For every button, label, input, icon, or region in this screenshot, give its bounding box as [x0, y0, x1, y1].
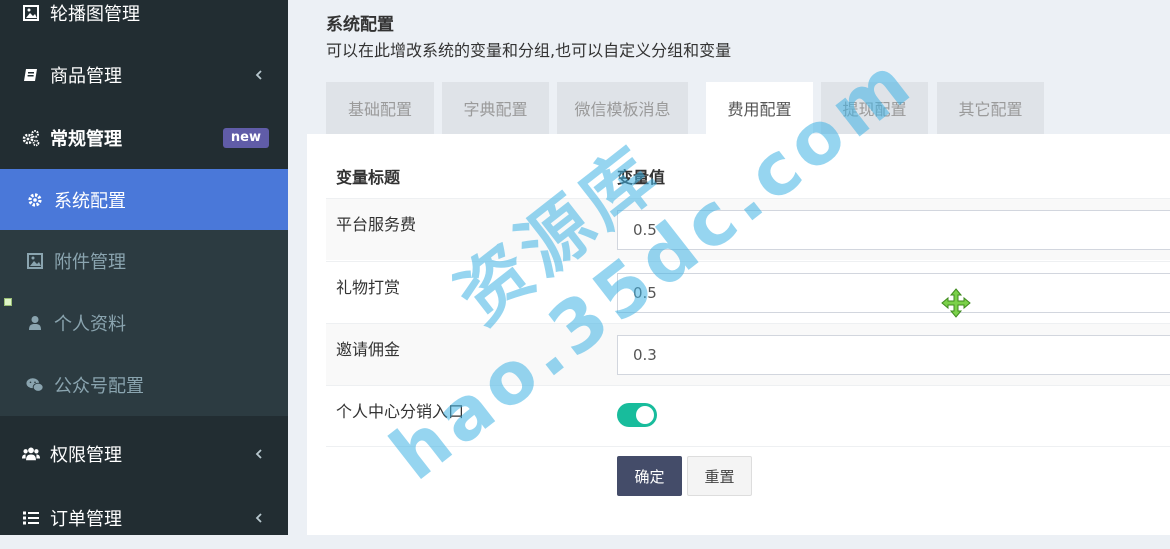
tab-dictionary[interactable]: 字典配置 [442, 82, 549, 134]
tab-basic[interactable]: 基础配置 [326, 82, 434, 134]
service-fee-input[interactable]: 0.5 [617, 210, 1170, 250]
sidebar-item-label: 常规管理 [50, 129, 122, 150]
row-label-distribution-entry: 个人中心分销入口 [336, 402, 465, 421]
chevron-left-icon [255, 449, 262, 459]
row-label-service-fee: 平台服务费 [336, 215, 417, 234]
tab-fees[interactable]: 费用配置 [706, 82, 813, 134]
new-badge: new [222, 128, 269, 148]
users-icon [22, 445, 40, 463]
gear-icon [26, 191, 44, 209]
sidebar-item-orders[interactable]: 订单管理 [0, 487, 288, 549]
sidebar: 轮播图管理 商品管理 常规管理 new 系统配置 附件管理 个人资料 公众号配置… [0, 0, 288, 535]
page-subtitle: 可以在此增改系统的变量和分组,也可以自定义分组和变量 [326, 41, 732, 60]
image-icon [26, 252, 44, 270]
sidebar-item-attachments[interactable]: 附件管理 [0, 230, 288, 292]
sidebar-item-system-config[interactable]: 系统配置 [0, 169, 288, 230]
submit-button[interactable]: 确定 [617, 456, 682, 496]
chevron-left-icon [255, 70, 262, 80]
sidebar-item-goods[interactable]: 商品管理 [0, 44, 288, 106]
sidebar-item-label: 轮播图管理 [50, 4, 140, 25]
page-title: 系统配置 [326, 15, 394, 35]
reset-button[interactable]: 重置 [687, 456, 752, 496]
image-icon [22, 4, 40, 22]
toggle-knob [636, 406, 654, 424]
sidebar-item-general[interactable]: 常规管理 new [0, 107, 288, 169]
list-icon [22, 509, 40, 527]
distribution-entry-toggle[interactable] [617, 403, 657, 427]
sidebar-item-label: 系统配置 [54, 190, 126, 212]
tab-wechat-template[interactable]: 微信模板消息 [557, 82, 688, 134]
tab-withdrawal[interactable]: 提现配置 [821, 82, 928, 134]
sidebar-item-label: 附件管理 [54, 252, 126, 273]
row-label-invite-commission: 邀请佣金 [336, 340, 401, 359]
sidebar-item-permissions[interactable]: 权限管理 [0, 423, 288, 485]
wechat-icon [26, 376, 44, 394]
cogs-icon [22, 129, 40, 147]
column-header-title: 变量标题 [336, 168, 401, 187]
config-form: 变量标题 变量值 平台服务费 0.5 礼物打赏 0.5 邀请佣金 0.3 个人中… [307, 134, 1170, 535]
sidebar-item-carousel[interactable]: 轮播图管理 [0, 0, 288, 44]
column-header-value: 变量值 [617, 168, 666, 187]
gift-reward-input[interactable]: 0.5 [617, 273, 1170, 313]
book-icon [22, 66, 40, 84]
sidebar-item-label: 订单管理 [50, 509, 122, 530]
chevron-left-icon [255, 513, 262, 523]
sidebar-item-label: 公众号配置 [54, 376, 144, 397]
row-label-gift-reward: 礼物打赏 [336, 278, 401, 297]
user-icon [26, 314, 44, 332]
sidebar-item-label: 商品管理 [50, 66, 122, 87]
sidebar-item-label: 权限管理 [50, 445, 122, 466]
invite-commission-input[interactable]: 0.3 [617, 335, 1170, 375]
content-header: 系统配置 可以在此增改系统的变量和分组,也可以自定义分组和变量 基础配置 字典配… [288, 0, 1170, 134]
sidebar-item-profile[interactable]: 个人资料 [0, 292, 288, 354]
move-cursor-icon [941, 288, 971, 318]
tab-other[interactable]: 其它配置 [937, 82, 1044, 134]
resize-handle[interactable] [4, 298, 12, 306]
sidebar-item-wechat-official[interactable]: 公众号配置 [0, 354, 288, 416]
sidebar-item-label: 个人资料 [54, 314, 126, 335]
